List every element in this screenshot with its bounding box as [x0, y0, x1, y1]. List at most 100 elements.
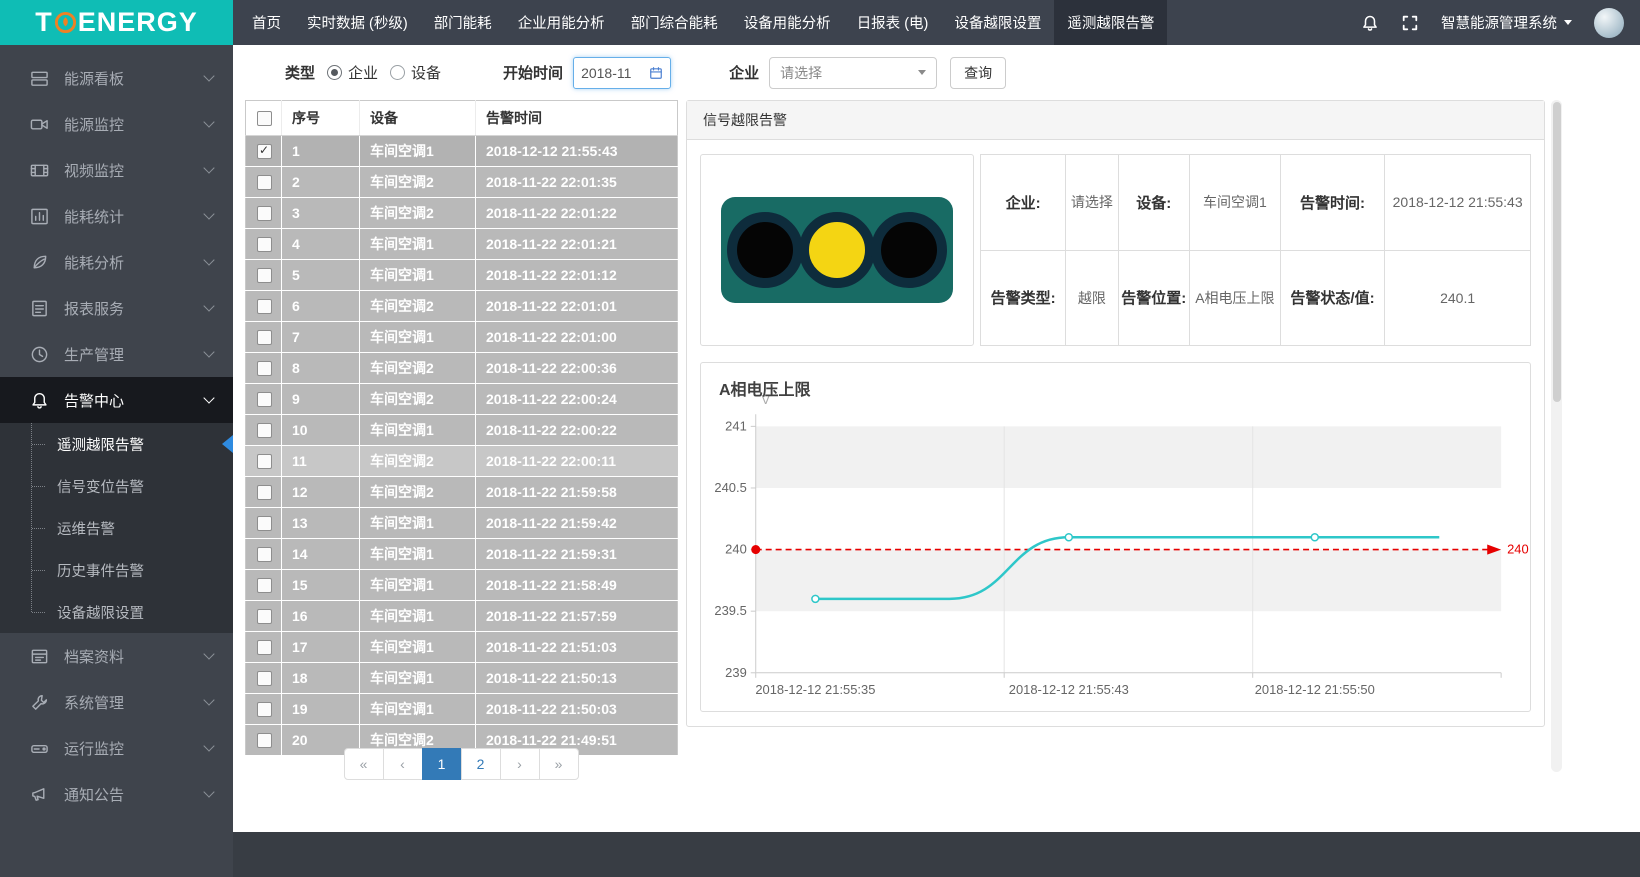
start-time-input[interactable]: 2018-11 [573, 57, 671, 89]
row-checkbox[interactable] [257, 330, 272, 345]
user-avatar[interactable] [1594, 8, 1624, 38]
sidebar-item-bell[interactable]: 告警中心 [0, 377, 233, 423]
nav-item-7[interactable]: 日报表 (电) [844, 0, 942, 45]
submenu-item[interactable]: 信号变位告警 [0, 465, 233, 507]
sidebar-item-dashboard[interactable]: 能源看板 [0, 55, 233, 101]
row-checkbox-cell [246, 167, 282, 198]
submenu-item[interactable]: 历史事件告警 [0, 549, 233, 591]
page-prev-button[interactable]: ‹ [383, 748, 423, 780]
vertical-scrollbar[interactable] [1551, 100, 1562, 772]
sidebar-item-megaphone[interactable]: 通知公告 [0, 771, 233, 817]
nav-item-4[interactable]: 企业用能分析 [505, 0, 618, 45]
row-device: 车间空调1 [360, 694, 476, 725]
select-all-checkbox[interactable] [257, 111, 272, 126]
table-row[interactable]: 19车间空调12018-11-22 21:50:03 [246, 694, 678, 725]
submenu-item[interactable]: 设备越限设置 [0, 591, 233, 633]
row-checkbox[interactable] [257, 175, 272, 190]
sidebar-item-bar-chart[interactable]: 能耗统计 [0, 193, 233, 239]
table-row[interactable]: 6车间空调22018-11-22 22:01:01 [246, 291, 678, 322]
table-row[interactable]: 11车间空调22018-11-22 22:00:11 [246, 446, 678, 477]
table-row[interactable]: 5车间空调12018-11-22 22:01:12 [246, 260, 678, 291]
row-device: 车间空调1 [360, 632, 476, 663]
chevron-down-icon [203, 162, 214, 173]
row-checkbox[interactable] [257, 547, 272, 562]
system-name-dropdown[interactable]: 智慧能源管理系统 [1441, 12, 1572, 33]
table-row[interactable]: 17车间空调12018-11-22 21:51:03 [246, 632, 678, 663]
table-row[interactable]: 4车间空调12018-11-22 22:01:21 [246, 229, 678, 260]
table-row[interactable]: 13车间空调12018-11-22 21:59:42 [246, 508, 678, 539]
calendar-icon[interactable] [649, 66, 663, 80]
sidebar-item-camera[interactable]: 能源监控 [0, 101, 233, 147]
row-time: 2018-11-22 22:00:11 [476, 446, 678, 477]
sidebar-item-wrench[interactable]: 系统管理 [0, 679, 233, 725]
row-checkbox[interactable] [257, 671, 272, 686]
type-radio-option[interactable]: 设备 [390, 62, 441, 83]
nav-item-9[interactable]: 遥测越限告警 [1054, 0, 1167, 45]
nav-item-2[interactable]: 实时数据 (秒级) [294, 0, 421, 45]
table-row[interactable]: 14车间空调12018-11-22 21:59:31 [246, 539, 678, 570]
row-time: 2018-11-22 22:00:24 [476, 384, 678, 415]
row-checkbox[interactable] [257, 640, 272, 655]
sidebar-item-label: 视频监控 [64, 160, 205, 181]
row-checkbox-cell [246, 570, 282, 601]
row-checkbox[interactable] [257, 206, 272, 221]
sidebar-item-drive[interactable]: 运行监控 [0, 725, 233, 771]
row-checkbox[interactable] [257, 268, 272, 283]
table-row[interactable]: 18车间空调12018-11-22 21:50:13 [246, 663, 678, 694]
row-time: 2018-11-22 22:01:22 [476, 198, 678, 229]
page-1-button[interactable]: 1 [422, 748, 462, 780]
table-row[interactable]: 1车间空调12018-12-12 21:55:43 [246, 136, 678, 167]
row-checkbox[interactable] [257, 392, 272, 407]
type-radio-option[interactable]: 企业 [327, 62, 378, 83]
row-checkbox[interactable] [257, 609, 272, 624]
row-checkbox[interactable] [257, 361, 272, 376]
submenu-item[interactable]: 运维告警 [0, 507, 233, 549]
submenu-item[interactable]: 遥测越限告警 [0, 423, 233, 465]
table-row[interactable]: 15车间空调12018-11-22 21:58:49 [246, 570, 678, 601]
row-checkbox[interactable] [257, 578, 272, 593]
sidebar-item-report[interactable]: 报表服务 [0, 285, 233, 331]
table-row[interactable]: 10车间空调12018-11-22 22:00:22 [246, 415, 678, 446]
nav-item-6[interactable]: 设备用能分析 [731, 0, 844, 45]
page-last-button[interactable]: » [539, 748, 579, 780]
notifications-bell-icon[interactable] [1361, 14, 1379, 32]
row-checkbox[interactable] [257, 144, 272, 159]
page-first-button[interactable]: « [344, 748, 384, 780]
row-checkbox[interactable] [257, 299, 272, 314]
row-checkbox[interactable] [257, 454, 272, 469]
row-checkbox[interactable] [257, 485, 272, 500]
dashboard-icon [30, 69, 49, 88]
row-time: 2018-11-22 21:59:31 [476, 539, 678, 570]
table-row[interactable]: 8车间空调22018-11-22 22:00:36 [246, 353, 678, 384]
table-row[interactable]: 7车间空调12018-11-22 22:01:00 [246, 322, 678, 353]
page-2-button[interactable]: 2 [461, 748, 501, 780]
y-tick-label: 241 [725, 418, 747, 433]
nav-item-3[interactable]: 部门能耗 [421, 0, 505, 45]
query-button[interactable]: 查询 [950, 57, 1006, 89]
row-checkbox[interactable] [257, 702, 272, 717]
radio-unselected-icon[interactable] [390, 65, 405, 80]
row-checkbox[interactable] [257, 237, 272, 252]
table-row[interactable]: 3车间空调22018-11-22 22:01:22 [246, 198, 678, 229]
sidebar-item-leaf[interactable]: 能耗分析 [0, 239, 233, 285]
archive-icon [30, 647, 49, 666]
row-checkbox[interactable] [257, 423, 272, 438]
table-row[interactable]: 9车间空调22018-11-22 22:00:24 [246, 384, 678, 415]
radio-selected-icon[interactable] [327, 65, 342, 80]
row-checkbox[interactable] [257, 516, 272, 531]
row-checkbox[interactable] [257, 733, 272, 748]
select-all-cell [246, 101, 282, 136]
page-next-button[interactable]: › [500, 748, 540, 780]
scrollbar-thumb[interactable] [1553, 102, 1561, 402]
nav-item-1[interactable]: 首页 [239, 0, 294, 45]
company-select[interactable]: 请选择 [769, 57, 937, 89]
sidebar-item-archive[interactable]: 档案资料 [0, 633, 233, 679]
nav-item-5[interactable]: 部门综合能耗 [618, 0, 731, 45]
nav-item-8[interactable]: 设备越限设置 [941, 0, 1054, 45]
fullscreen-icon[interactable] [1401, 14, 1419, 32]
sidebar-item-clock[interactable]: 生产管理 [0, 331, 233, 377]
table-row[interactable]: 16车间空调12018-11-22 21:57:59 [246, 601, 678, 632]
table-row[interactable]: 2车间空调22018-11-22 22:01:35 [246, 167, 678, 198]
sidebar-item-film[interactable]: 视频监控 [0, 147, 233, 193]
table-row[interactable]: 12车间空调22018-11-22 21:59:58 [246, 477, 678, 508]
